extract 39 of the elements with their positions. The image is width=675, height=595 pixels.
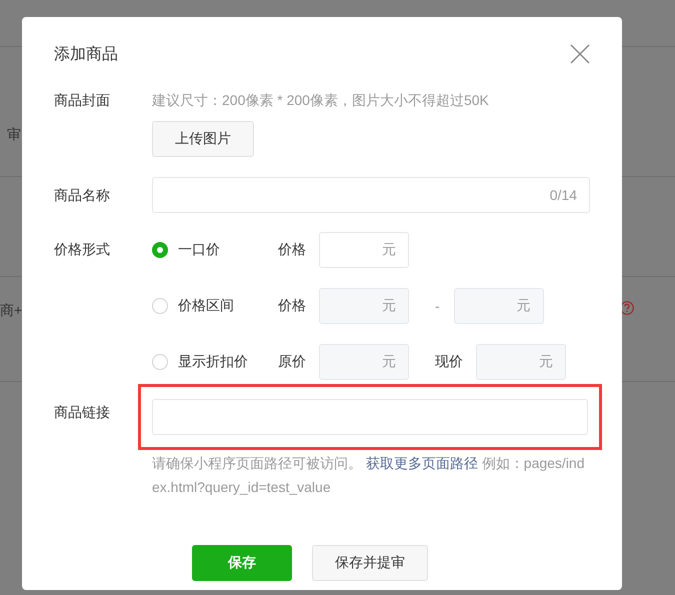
price-input[interactable]: 元 — [476, 344, 566, 380]
option-label[interactable]: 价格区间 — [178, 297, 278, 315]
field-label: 价格形式 — [54, 240, 111, 259]
name-input[interactable]: 0/14 — [152, 177, 590, 213]
unit-text: 元 — [539, 353, 553, 371]
price-input[interactable]: 元 — [454, 288, 544, 324]
close-icon[interactable] — [570, 44, 590, 64]
option-label[interactable]: 显示折扣价 — [178, 353, 278, 371]
radio-button[interactable] — [152, 242, 168, 258]
link-input[interactable] — [152, 399, 588, 435]
dialog-title: 添加商品 — [54, 44, 118, 64]
save-button[interactable]: 保存 — [192, 545, 292, 581]
radio-button[interactable] — [152, 298, 168, 314]
price-label: 价格 — [278, 297, 306, 315]
background-text: 商+ — [0, 302, 22, 320]
price-label: 价格 — [278, 241, 306, 259]
field-label: 商品封面 — [54, 91, 111, 110]
radio-button[interactable] — [152, 354, 168, 370]
unit-text: 元 — [382, 353, 396, 371]
field-label: 商品链接 — [54, 403, 111, 422]
character-counter: 0/14 — [550, 187, 577, 203]
price-label: 原价 — [278, 353, 306, 371]
price-input[interactable]: 元 — [319, 232, 409, 268]
unit-text: 元 — [382, 297, 396, 315]
help-icon — [620, 301, 634, 315]
unit-text: 元 — [516, 297, 531, 315]
save-submit-button[interactable]: 保存并提审 — [312, 545, 428, 581]
unit-text: 元 — [382, 241, 396, 259]
hint-text: 请确保小程序页面路径可被访问。 获取更多页面路径 例如：pages/index.html?query_id=test_value — [152, 454, 586, 497]
option-label[interactable]: 一口价 — [178, 241, 278, 259]
background-text: 审 — [7, 126, 21, 144]
upload-button[interactable]: 上传图片 — [152, 121, 254, 157]
field-label: 商品名称 — [54, 186, 111, 205]
price-input[interactable]: 元 — [319, 288, 409, 324]
more-paths-link[interactable]: 获取更多页面路径 — [366, 455, 478, 471]
price-label: 现价 — [435, 353, 463, 371]
hint-text: 建议尺寸：200像素 * 200像素，图片大小不得超过50K — [152, 91, 490, 110]
range-separator: - — [435, 298, 440, 314]
price-input[interactable]: 元 — [319, 344, 409, 380]
